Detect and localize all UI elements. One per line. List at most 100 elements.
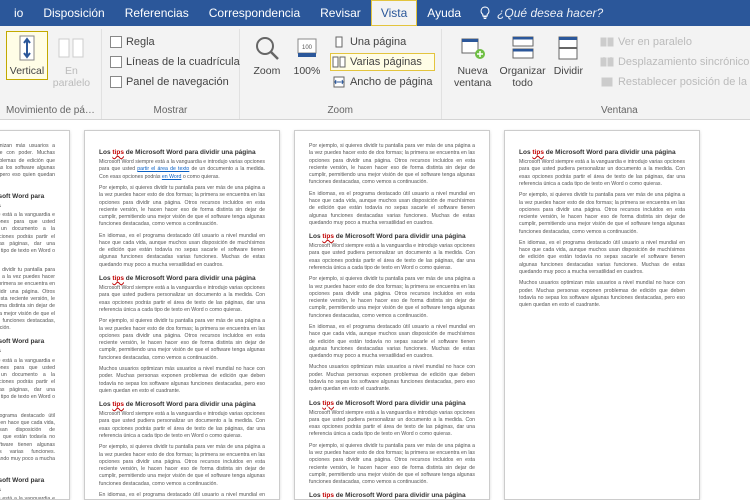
doc-heading: Los tips de Microsoft Word para dividir … bbox=[99, 148, 265, 157]
tab-ayuda[interactable]: Ayuda bbox=[417, 0, 471, 26]
group-page-movement-label: Movimiento de pá… bbox=[6, 103, 95, 119]
ribbon-tabstrip: io Disposición Referencias Correspondenc… bbox=[0, 0, 750, 26]
body-text: Muchos usuarios optimizan más usuarios a… bbox=[519, 280, 685, 309]
split-label: Dividir bbox=[554, 66, 583, 78]
tab-inicio-fragment[interactable]: io bbox=[4, 0, 33, 26]
page-width-button[interactable]: Ancho de página bbox=[330, 73, 435, 91]
checkbox-icon bbox=[110, 76, 122, 88]
side-by-side-small-icon bbox=[600, 36, 614, 48]
doc-heading: Los tips de Microsoft Word para dividir … bbox=[309, 399, 475, 408]
svg-text:100: 100 bbox=[302, 45, 313, 51]
checkbox-icon bbox=[110, 36, 122, 48]
zoom-label: Zoom bbox=[254, 66, 281, 78]
side-by-side-label: En paralelo bbox=[52, 66, 91, 89]
doc-heading: Los tips de Microsoft Word para dividir … bbox=[99, 400, 265, 409]
sync-scroll-button: Desplazamiento sincrónico bbox=[598, 53, 750, 71]
gridlines-checkbox[interactable]: Líneas de la cuadrícula bbox=[108, 53, 242, 71]
group-zoom-label: Zoom bbox=[246, 103, 435, 119]
hundred-percent-icon: 100 bbox=[292, 33, 322, 63]
new-window-label: Nueva ventana bbox=[452, 66, 494, 89]
reset-window-pos-button: Restablecer posición de la ventana bbox=[598, 73, 750, 91]
body-text: Por ejemplo, si quieres dividir tu panta… bbox=[309, 276, 475, 320]
arrange-all-label: Organizar todo bbox=[500, 66, 546, 89]
page-thumbnail[interactable]: Los tips de Microsoft Word para dividir … bbox=[84, 130, 280, 500]
new-window-icon bbox=[458, 33, 488, 63]
split-icon bbox=[553, 33, 583, 63]
page-width-label: Ancho de página bbox=[350, 76, 433, 88]
navpane-label: Panel de navegación bbox=[126, 76, 229, 88]
tab-disposicion[interactable]: Disposición bbox=[33, 0, 114, 26]
body-text: Por ejemplo, si quieres dividir tu panta… bbox=[99, 318, 265, 362]
doc-heading: Los tips de Microsoft Word para dividir … bbox=[0, 192, 55, 210]
one-page-button[interactable]: Una página bbox=[330, 33, 435, 51]
doc-heading: Los tips de Microsoft Word para dividir … bbox=[0, 476, 55, 494]
body-text: En idiomas, es el programa destacado úti… bbox=[99, 492, 265, 500]
body-text: Por ejemplo, si quieres dividir tu panta… bbox=[99, 444, 265, 488]
body-text: Microsoft Word siempre está a la vanguar… bbox=[0, 496, 55, 500]
ruler-checkbox[interactable]: Regla bbox=[108, 33, 242, 51]
tab-revisar[interactable]: Revisar bbox=[310, 0, 371, 26]
group-window: Nueva ventana Organizar todo Dividir Ver… bbox=[442, 29, 750, 119]
magnifier-icon bbox=[252, 33, 282, 63]
doc-heading: Los tips de Microsoft Word para dividir … bbox=[519, 148, 685, 157]
page-thumbnail[interactable]: Por ejemplo, si quieres dividir tu panta… bbox=[294, 130, 490, 500]
side-by-side-icon bbox=[56, 33, 86, 63]
multi-page-label: Varias páginas bbox=[350, 56, 422, 68]
body-text: Muchos usuarios optimizan más usuarios a… bbox=[309, 364, 475, 393]
new-window-button[interactable]: Nueva ventana bbox=[448, 31, 498, 91]
vertical-label: Vertical bbox=[10, 66, 44, 78]
body-text: Por ejemplo, si quieres dividir tu panta… bbox=[519, 192, 685, 236]
vertical-icon bbox=[12, 33, 42, 63]
tab-correspondencia[interactable]: Correspondencia bbox=[199, 0, 310, 26]
group-page-movement: Vertical En paralelo Movimiento de pá… bbox=[0, 29, 102, 119]
group-show: Regla Líneas de la cuadrícula Panel de n… bbox=[102, 29, 240, 119]
navpane-checkbox[interactable]: Panel de navegación bbox=[108, 73, 242, 91]
doc-heading: Los tips de Microsoft Word para dividir … bbox=[309, 491, 475, 500]
one-page-label: Una página bbox=[350, 36, 406, 48]
view-side-by-side-label: Ver en paralelo bbox=[618, 36, 692, 48]
page-thumbnail[interactable]: Los tips de Microsoft Word para dividir … bbox=[504, 130, 700, 500]
ribbon: Vertical En paralelo Movimiento de pá… R… bbox=[0, 26, 750, 120]
body-text: Por ejemplo, si quieres dividir tu panta… bbox=[309, 143, 475, 187]
sync-scroll-icon bbox=[600, 56, 614, 68]
body-text: Microsoft Word siempre está a la vanguar… bbox=[0, 212, 55, 263]
ruler-label: Regla bbox=[126, 36, 155, 48]
body-text: Por ejemplo, si quieres dividir tu panta… bbox=[99, 185, 265, 229]
tab-referencias[interactable]: Referencias bbox=[115, 0, 199, 26]
body-text: En idiomas, es el programa destacado úti… bbox=[309, 324, 475, 360]
one-page-icon bbox=[332, 36, 346, 48]
multi-page-button[interactable]: Varias páginas bbox=[330, 53, 435, 71]
page-width-icon bbox=[332, 76, 346, 88]
body-text: Microsoft Word siempre está a la vanguar… bbox=[99, 285, 265, 314]
document-area[interactable]: Muchos usuarios optimizan más usuarios a… bbox=[0, 120, 750, 500]
doc-heading: Los tips de Microsoft Word para dividir … bbox=[0, 337, 55, 355]
lightbulb-icon bbox=[479, 6, 491, 20]
doc-heading: Los tips de Microsoft Word para dividir … bbox=[309, 232, 475, 241]
body-text: Por ejemplo, si quieres dividir tu panta… bbox=[309, 443, 475, 487]
hundred-percent-button[interactable]: 100 100% bbox=[288, 31, 326, 80]
group-show-label: Mostrar bbox=[108, 103, 233, 119]
checkbox-icon bbox=[110, 56, 122, 68]
body-text: En idiomas, es el programa destacado úti… bbox=[0, 413, 55, 471]
body-text: En idiomas, es el programa destacado úti… bbox=[99, 233, 265, 269]
zoom-button[interactable]: Zoom bbox=[246, 31, 288, 80]
vertical-button[interactable]: Vertical bbox=[6, 31, 48, 80]
split-button[interactable]: Dividir bbox=[547, 31, 589, 80]
page-thumbnail[interactable]: Muchos usuarios optimizan más usuarios a… bbox=[0, 130, 70, 500]
body-text: Por ejemplo, si quieres dividir tu panta… bbox=[0, 267, 55, 333]
side-by-side-view-button: En paralelo bbox=[48, 31, 95, 91]
hundred-percent-label: 100% bbox=[294, 66, 321, 78]
gridlines-label: Líneas de la cuadrícula bbox=[126, 56, 240, 68]
group-zoom: Zoom 100 100% Una página Varias páginas bbox=[240, 29, 442, 119]
reset-window-icon bbox=[600, 76, 614, 88]
reset-window-pos-label: Restablecer posición de la ventana bbox=[618, 76, 750, 88]
body-text: Microsoft Word siempre está a la vanguar… bbox=[99, 411, 265, 440]
body-text: Muchos usuarios optimizan más usuarios a… bbox=[0, 143, 55, 187]
group-window-label: Ventana bbox=[448, 103, 750, 119]
sync-scroll-label: Desplazamiento sincrónico bbox=[618, 56, 749, 68]
tab-vista[interactable]: Vista bbox=[371, 0, 417, 26]
doc-heading: Los tips de Microsoft Word para dividir … bbox=[99, 274, 265, 283]
body-text: Microsoft Word siempre está a la vanguar… bbox=[309, 410, 475, 439]
arrange-all-button[interactable]: Organizar todo bbox=[498, 31, 548, 91]
tell-me[interactable]: ¿Qué desea hacer? bbox=[471, 0, 611, 26]
